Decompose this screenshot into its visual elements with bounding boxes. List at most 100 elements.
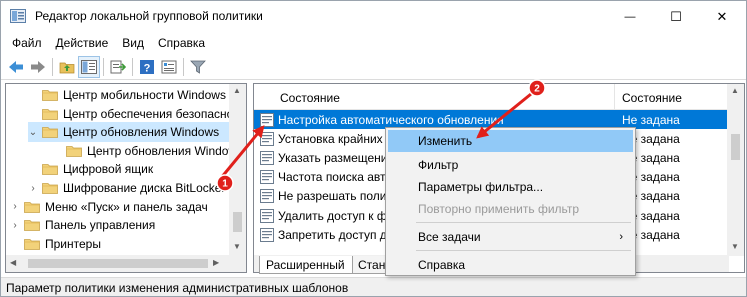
menu-item-label: Повторно применить фильтр [418,202,580,216]
tree-item[interactable]: › Меню «Пуск» и панель задач [10,197,246,217]
filter-button[interactable] [187,56,209,78]
tree-item-label: Цифровой ящик [63,162,154,177]
properties-icon [161,60,177,73]
show-hide-tree-icon [81,59,97,74]
help-icon: ? [140,59,154,74]
tree-item-label: Меню «Пуск» и панель задач [45,199,208,214]
tree-item-label: Принтеры [45,236,101,251]
folder-icon [42,89,58,101]
ctx-edit-menu-item[interactable]: Изменить [388,130,633,152]
scroll-down-arrow-icon[interactable]: ▼ [731,242,739,251]
tree-item-label: Панель управления [45,218,156,233]
menu-item-label: Параметры фильтра... [418,180,544,194]
minimize-button[interactable]: — [607,1,653,32]
ctx-all-tasks-menu-item[interactable]: Все задачи › [388,226,633,248]
tree-item-label: Центр обновления Windows [63,125,220,140]
tree-item[interactable]: Принтеры [10,234,141,254]
folder-icon [66,145,82,157]
toolbar-separator [132,57,133,76]
chevron-right-icon[interactable]: › [10,201,20,212]
context-menu: Изменить Фильтр Параметры фильтра... Повтор… [385,127,636,276]
tree-item[interactable]: › Панель управления [10,215,195,235]
menu-bar: Файл Действие Вид Справка [1,32,746,54]
list-vertical-scrollbar[interactable]: ▲ ▼ [727,84,744,256]
column-header-name[interactable]: Состояние [280,91,340,105]
minimize-icon: — [624,10,636,23]
folder-icon [24,238,40,250]
policy-status: Не задана [622,112,680,127]
scroll-up-arrow-icon[interactable]: ▲ [233,86,241,95]
filter-icon [190,60,206,74]
policy-setting-icon [260,189,274,204]
tab-extended[interactable]: Расширенный [259,256,353,274]
properties-button[interactable] [158,56,180,78]
menu-help[interactable]: Справка [151,36,212,50]
column-divider[interactable] [614,84,615,110]
tree-item[interactable]: Центр обновления Windows для бизнеса [52,141,246,161]
back-button[interactable] [5,56,27,78]
scroll-up-arrow-icon[interactable]: ▲ [731,86,739,95]
folder-icon [42,163,58,176]
status-bar: Параметр политики изменения администрати… [1,277,746,296]
tree-item-label: Центр обновления Windows для бизнеса [87,143,246,158]
policy-setting-icon [260,131,274,146]
menu-view[interactable]: Вид [115,36,151,50]
menu-separator [416,222,631,223]
window-title: Редактор локальной групповой политики [35,9,263,23]
tree-item[interactable]: Центр обеспечения безопасности [28,104,246,124]
tree-item[interactable]: Центр мобильности Windows [28,85,246,105]
close-button[interactable]: ✕ [699,1,745,32]
menu-item-label: Фильтр [418,158,459,172]
tree-horizontal-scrollbar[interactable]: ◀ ▶ [6,255,246,272]
policy-setting-icon [260,112,274,127]
tree-item-label: Шифрование диска BitLocker [63,181,226,195]
folder-icon [42,182,58,194]
ctx-help-menu-item[interactable]: Справка [388,254,633,276]
chevron-down-icon[interactable]: ⌄ [28,127,38,138]
forward-button[interactable] [27,56,49,78]
show-hide-tree-button[interactable] [78,55,100,78]
tree-hscroll-thumb[interactable] [28,259,208,268]
help-button[interactable]: ? [136,56,158,78]
policy-setting-icon [260,208,274,223]
status-text: Параметр политики изменения администрати… [6,280,349,295]
up-folder-icon [59,62,75,73]
tree-vertical-scrollbar[interactable]: ▲ ▼ [229,84,246,256]
console-tree: Центр мобильности Windows Центр обеспечен… [5,83,247,273]
scroll-right-arrow-icon[interactable]: ▶ [213,258,219,267]
tree-item[interactable]: ⌄ Центр обновления Windows [28,122,246,143]
menu-action[interactable]: Действие [49,36,116,50]
gpedit-app-icon [10,9,26,23]
menu-item-label: Изменить [418,134,473,148]
maximize-button[interactable]: ☐ [653,1,699,32]
toolbar: ? [1,54,746,80]
close-icon: ✕ [716,8,728,24]
menu-file[interactable]: Файл [5,36,49,50]
toolbar-separator [103,57,104,76]
tree-scroll-thumb[interactable] [233,212,242,232]
submenu-arrow-icon: › [619,231,623,243]
policy-setting-icon [260,170,274,185]
policy-setting-icon [260,150,274,165]
scroll-left-arrow-icon[interactable]: ◀ [10,258,16,267]
ctx-filter-menu-item[interactable]: Фильтр [388,154,633,176]
svg-text:?: ? [144,62,151,74]
folder-icon [42,126,58,139]
menu-item-label: Справка [418,258,466,272]
ctx-reapply-filter-menu-item: Повторно применить фильтр [388,198,633,220]
chevron-right-icon[interactable]: › [28,183,38,194]
scroll-down-arrow-icon[interactable]: ▼ [233,242,241,251]
folder-icon [24,201,40,213]
menu-item-label: Все задачи [418,230,481,244]
ctx-filter-options-menu-item[interactable]: Параметры фильтра... [388,176,633,198]
maximize-icon: ☐ [670,8,682,24]
chevron-right-icon[interactable]: › [10,220,20,231]
list-scroll-thumb[interactable] [731,134,740,160]
tree-item[interactable]: › Шифрование диска BitLocker [28,178,246,198]
column-header-status[interactable]: Состояние [622,91,682,105]
export-list-button[interactable] [107,56,129,78]
menu-separator [416,250,631,251]
up-folder-button[interactable] [56,56,78,78]
folder-icon [24,219,40,232]
tree-item[interactable]: Цифровой ящик [28,159,193,179]
